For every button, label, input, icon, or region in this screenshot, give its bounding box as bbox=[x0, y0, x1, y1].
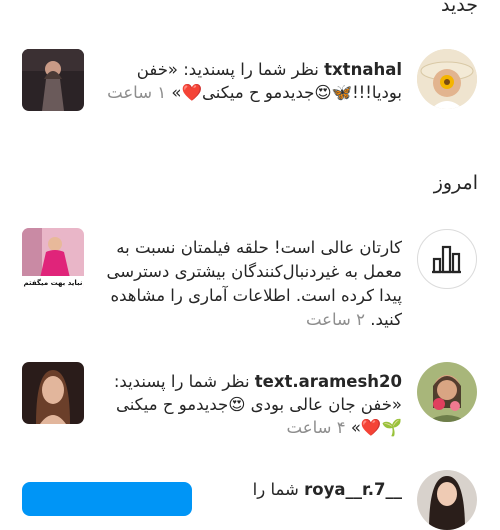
post-thumbnail-1[interactable] bbox=[22, 49, 84, 111]
notification-text-1[interactable]: txtnahal نظر شما را پسندید: «خفن بودیا!!… bbox=[102, 58, 402, 104]
avatar-roya-r7[interactable] bbox=[417, 470, 477, 530]
thumbnail-caption: نباید بهت میگفتم ولی... bbox=[23, 279, 83, 287]
timestamp: ۱ ساعت bbox=[107, 83, 167, 102]
bar-chart-icon bbox=[432, 245, 461, 274]
post-thumbnail-2[interactable]: نباید بهت میگفتم ولی... bbox=[22, 228, 84, 290]
notification-text-3[interactable]: text.aramesh20 نظر شما را پسندید: «خفن ج… bbox=[102, 370, 402, 439]
avatar-text-aramesh20[interactable] bbox=[417, 362, 477, 422]
username-txtnahal[interactable]: txtnahal bbox=[324, 60, 402, 79]
username-text-aramesh20[interactable]: text.aramesh20 bbox=[255, 372, 402, 391]
notification-text-2[interactable]: کارتان عالی است! حلقه فیلمتان نسبت به مع… bbox=[102, 236, 403, 332]
notification-action: شما را bbox=[252, 480, 305, 499]
timestamp: ۲ ساعت bbox=[305, 310, 366, 329]
section-title-today: امروز bbox=[433, 172, 478, 194]
insights-icon-avatar[interactable] bbox=[417, 229, 477, 289]
notification-action: نظر شما را پسندید: bbox=[113, 372, 255, 391]
username-roya-r7[interactable]: __roya__r.7 bbox=[304, 480, 402, 499]
notification-action: نظر شما را پسندید: bbox=[177, 60, 325, 79]
comment-text: «خفن جان عالی بودی 😍جدیدمو ح میکنی🌱❤️» bbox=[115, 395, 402, 437]
notification-text-4[interactable]: __roya__r.7 شما را bbox=[200, 478, 402, 501]
post-thumbnail-3[interactable] bbox=[22, 362, 84, 424]
avatar-txtnahal[interactable] bbox=[417, 49, 477, 109]
timestamp: ۴ ساعت bbox=[286, 418, 346, 437]
follow-back-button[interactable] bbox=[22, 482, 192, 516]
section-title-new: جدید bbox=[441, 0, 478, 16]
